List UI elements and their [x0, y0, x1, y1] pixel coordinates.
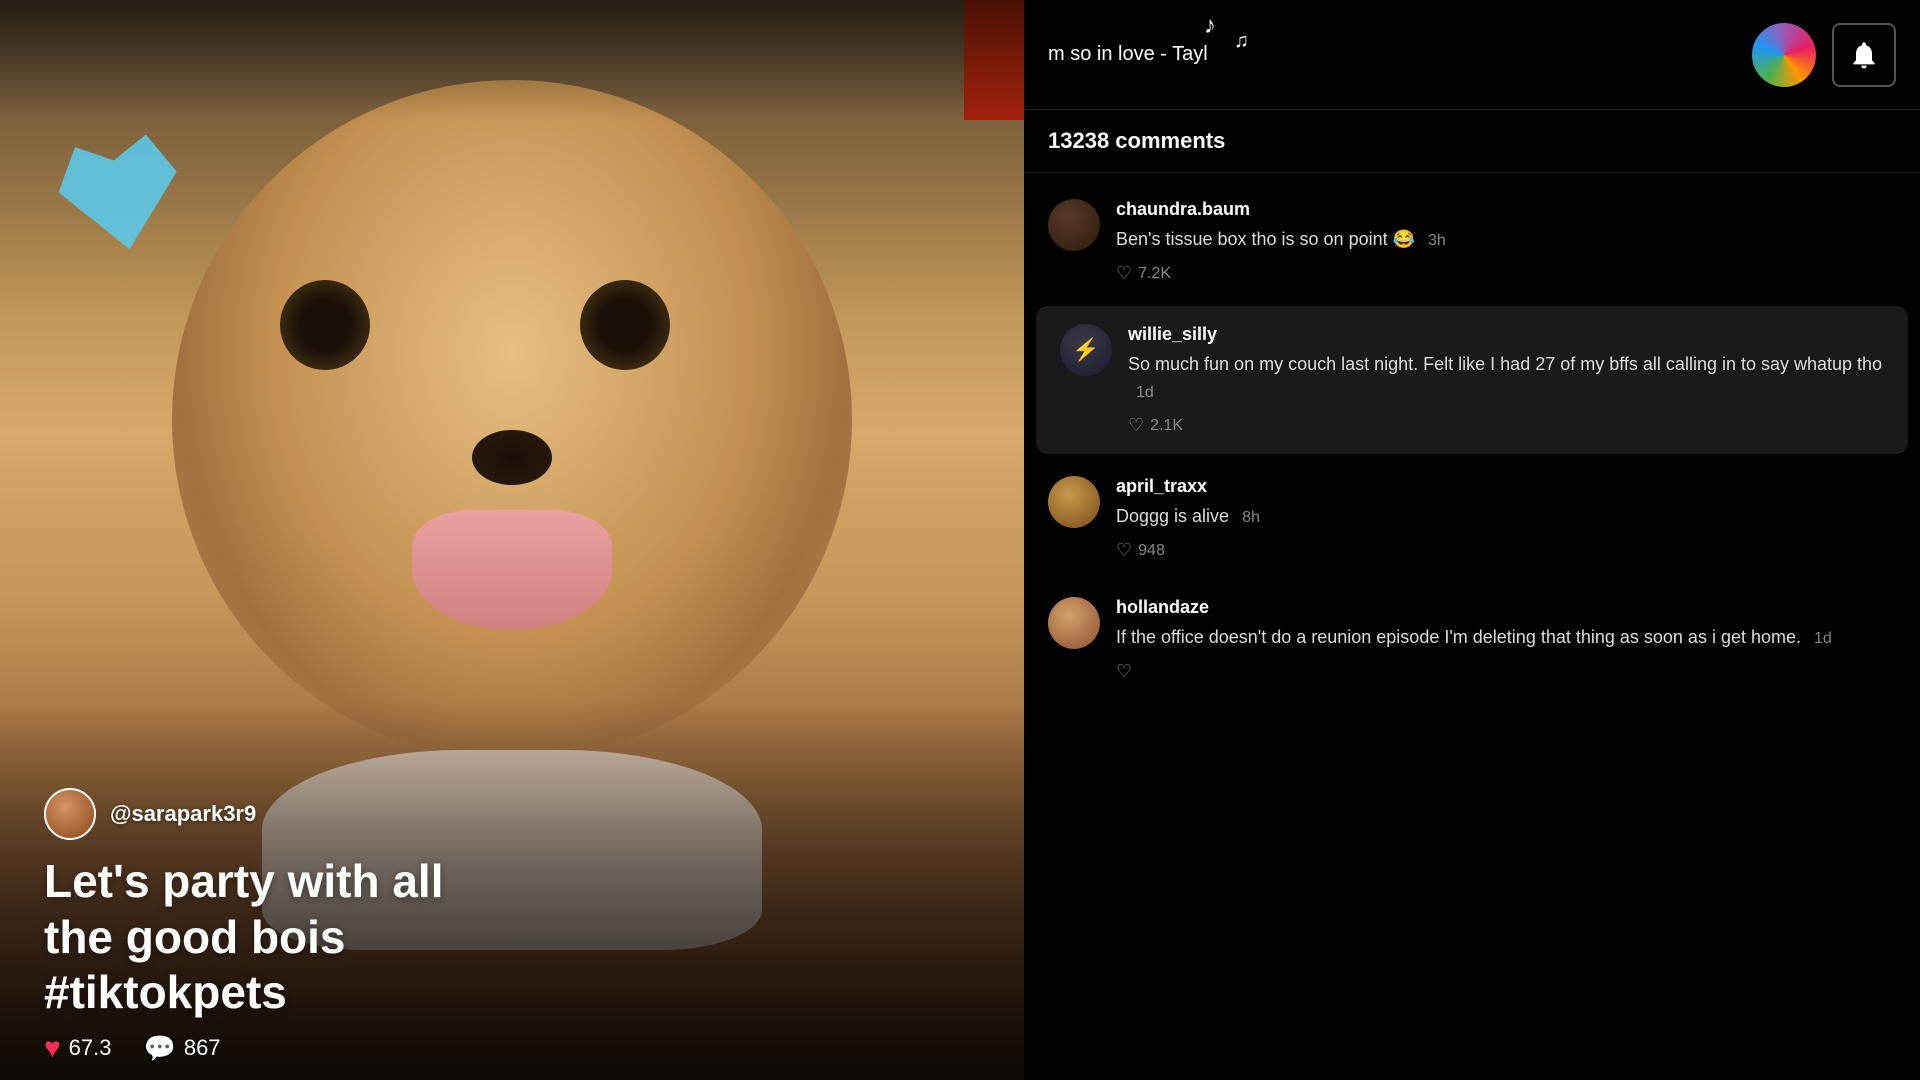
bell-icon [1848, 39, 1880, 71]
comment-body: april_traxx Doggg is alive 8h ♡ 948 [1116, 476, 1896, 561]
comment-likes[interactable]: ♡ 948 [1116, 540, 1165, 561]
avatar [1048, 199, 1100, 251]
comment-text: Doggg is alive 8h [1116, 503, 1896, 530]
comment-username: willie_silly [1128, 324, 1884, 345]
avatar [1048, 476, 1100, 528]
comment-text: Ben's tissue box tho is so on point 😂 3h [1116, 226, 1896, 253]
avatar [1048, 597, 1100, 649]
top-bar: ♪ ♫ m so in love - Tayl [1024, 0, 1920, 110]
avatar [44, 788, 96, 840]
comment-meta: ♡ 2.1K [1128, 415, 1884, 436]
stats-bar: ♥ 67.3 💬 867 [44, 1032, 221, 1064]
likes-count: 948 [1138, 542, 1165, 560]
user-info: @sarapark3r9 [44, 788, 256, 840]
comment-likes[interactable]: ♡ 2.1K [1128, 415, 1183, 436]
likes-count: 2.1K [1150, 417, 1183, 435]
likes-stat[interactable]: ♥ 67.3 [44, 1032, 111, 1064]
video-caption: Let's party with all the good bois #tikt… [44, 854, 980, 1020]
comment-meta: ♡ 7.2K [1116, 263, 1896, 284]
notification-button[interactable] [1832, 23, 1896, 87]
comment-text: If the office doesn't do a reunion episo… [1116, 624, 1896, 651]
comments-panel: ♪ ♫ m so in love - Tayl 13238 comments c… [1024, 0, 1920, 1080]
likes-count: 67.3 [69, 1035, 112, 1061]
avatar: ⚡ [1060, 324, 1112, 376]
comment-item: april_traxx Doggg is alive 8h ♡ 948 [1024, 458, 1920, 579]
heart-icon: ♡ [1116, 540, 1132, 561]
music-note-icon-2: ♫ [1234, 30, 1249, 53]
comment-item-highlighted: ⚡ willie_silly So much fun on my couch l… [1036, 306, 1908, 454]
comment-username: hollandaze [1116, 597, 1896, 618]
comment-username: april_traxx [1116, 476, 1896, 497]
comment-item: chaundra.baum Ben's tissue box tho is so… [1024, 181, 1920, 302]
time-ago: 1d [1136, 384, 1154, 401]
comments-stat[interactable]: 💬 867 [143, 1033, 220, 1064]
heart-icon: ♥ [44, 1032, 61, 1064]
comment-text: So much fun on my couch last night. Felt… [1128, 351, 1884, 405]
comment-likes[interactable]: ♡ [1116, 661, 1132, 682]
heart-icon: ♡ [1116, 263, 1132, 284]
comment-body: chaundra.baum Ben's tissue box tho is so… [1116, 199, 1896, 284]
comment-likes[interactable]: ♡ 7.2K [1116, 263, 1171, 284]
comment-username: chaundra.baum [1116, 199, 1896, 220]
username: @sarapark3r9 [110, 801, 256, 827]
profile-disc[interactable] [1752, 23, 1816, 87]
comment-meta: ♡ 948 [1116, 540, 1896, 561]
video-panel: @sarapark3r9 Let's party with all the go… [0, 0, 1024, 1080]
comments-total: 13238 comments [1048, 128, 1225, 153]
comments-count-bar: 13238 comments [1024, 110, 1920, 173]
heart-icon: ♡ [1116, 661, 1132, 682]
music-note-icon: ♪ [1204, 12, 1216, 40]
comment-body: willie_silly So much fun on my couch las… [1128, 324, 1884, 436]
song-info: m so in love - Tayl [1048, 43, 1736, 66]
comment-body: hollandaze If the office doesn't do a re… [1116, 597, 1896, 682]
comments-count: 867 [184, 1035, 221, 1061]
time-ago: 1d [1814, 630, 1832, 647]
time-ago: 8h [1242, 509, 1260, 526]
heart-icon: ♡ [1128, 415, 1144, 436]
comments-list[interactable]: chaundra.baum Ben's tissue box tho is so… [1024, 173, 1920, 1080]
time-ago: 3h [1428, 232, 1446, 249]
comment-icon: 💬 [143, 1033, 175, 1064]
comment-meta: ♡ [1116, 661, 1896, 682]
likes-count: 7.2K [1138, 265, 1171, 283]
comment-item: hollandaze If the office doesn't do a re… [1024, 579, 1920, 700]
